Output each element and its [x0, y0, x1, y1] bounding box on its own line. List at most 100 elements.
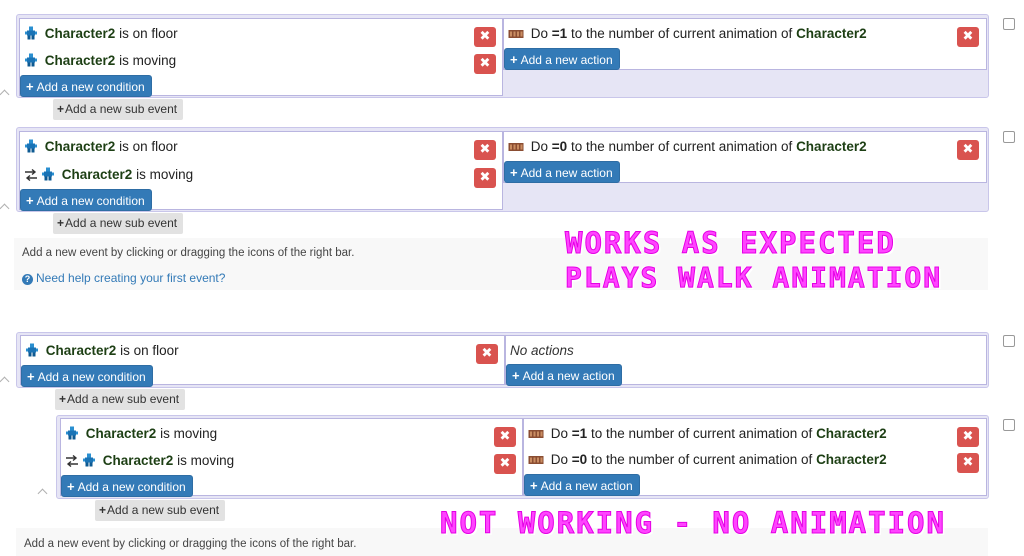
action-row[interactable]: Do =0 to the number of current animation… — [528, 450, 982, 470]
add-condition-button[interactable]: + Add a new condition — [20, 189, 152, 211]
variable-icon — [528, 454, 544, 466]
event-1-checkbox[interactable] — [1003, 18, 1015, 30]
action-text: to the number of current animation of — [567, 26, 797, 41]
action-text: to the number of current animation of — [587, 426, 817, 441]
add-action-label: Add a new action — [522, 369, 615, 383]
event-2-actions-panel: Do =0 to the number of current animation… — [503, 131, 987, 183]
action-row[interactable]: Do =0 to the number of current animation… — [508, 137, 982, 157]
condition-row[interactable]: Character2 is moving — [24, 51, 498, 71]
sprite-object-icon — [24, 53, 38, 67]
sprite-object-icon — [82, 453, 96, 467]
add-action-button[interactable]: + Add a new action — [506, 364, 622, 386]
add-action-button[interactable]: + Add a new action — [524, 474, 640, 496]
condition-row[interactable]: Character2 is moving — [65, 451, 518, 471]
add-action-label: Add a new action — [520, 53, 613, 67]
works-overlay-line-1: WORKS AS EXPECTED — [565, 226, 896, 261]
condition-text: is on floor — [119, 139, 178, 154]
sub-event-1-checkbox[interactable] — [1003, 419, 1015, 431]
event-2: Character2 is on floor ✖ Character2 is m… — [16, 127, 989, 212]
add-action-label: Add a new action — [540, 479, 633, 493]
sprite-object-icon — [24, 139, 38, 153]
delete-condition-button[interactable]: ✖ — [494, 427, 516, 447]
plus-icon: + — [26, 79, 34, 94]
invert-condition-icon — [65, 455, 79, 467]
not-working-overlay: NOT WORKING - NO ANIMATION — [440, 506, 946, 541]
condition-object-name: Character2 — [44, 53, 116, 68]
collapse-sub-event-1-icon[interactable] — [37, 488, 48, 499]
delete-condition-button[interactable]: ✖ — [474, 140, 496, 160]
condition-row[interactable]: Character2 is on floor — [24, 24, 498, 44]
delete-condition-button[interactable]: ✖ — [476, 344, 498, 364]
delete-condition-button[interactable]: ✖ — [474, 27, 496, 47]
add-action-label: Add a new action — [520, 166, 613, 180]
add-sub-event-button[interactable]: +Add a new sub event — [53, 99, 184, 120]
condition-row[interactable]: Character2 is on floor — [24, 137, 498, 157]
sprite-object-icon — [41, 167, 55, 181]
event-3-checkbox[interactable] — [1003, 335, 1015, 347]
add-condition-button[interactable]: + Add a new condition — [21, 365, 153, 387]
add-event-hint: Add a new event by clicking or dragging … — [22, 247, 355, 259]
condition-row[interactable]: Character2 is moving — [65, 424, 518, 444]
add-action-button[interactable]: + Add a new action — [504, 48, 620, 70]
action-row[interactable]: Do =1 to the number of current animation… — [508, 24, 982, 44]
condition-text: is moving — [160, 426, 218, 441]
sub-event-actions-panel: Do =1 to the number of current animation… — [523, 418, 987, 496]
plus-icon: + — [57, 102, 65, 116]
action-prefix: Do — [550, 452, 572, 467]
no-actions-text: No actions — [510, 343, 574, 358]
add-sub-event-label: Add a new sub event — [107, 503, 220, 517]
event-2-conditions-panel: Character2 is on floor ✖ Character2 is m… — [19, 131, 503, 211]
add-action-button[interactable]: + Add a new action — [504, 161, 620, 183]
delete-action-button[interactable]: ✖ — [957, 27, 979, 47]
delete-action-button[interactable]: ✖ — [957, 140, 979, 160]
delete-condition-button[interactable]: ✖ — [474, 168, 496, 188]
delete-condition-button[interactable]: ✖ — [494, 454, 516, 474]
condition-text: is on floor — [119, 26, 178, 41]
plus-icon: + — [57, 216, 65, 230]
add-condition-button[interactable]: + Add a new condition — [61, 475, 193, 497]
event-1: Character2 is on floor ✖ Character2 is m… — [16, 14, 989, 98]
collapse-event-1-icon[interactable] — [0, 89, 10, 100]
add-sub-event-button[interactable]: +Add a new sub event — [53, 213, 184, 234]
action-row[interactable]: Do =1 to the number of current animation… — [528, 424, 982, 444]
add-condition-label: Add a new condition — [36, 194, 145, 208]
sprite-object-icon — [25, 343, 39, 357]
action-prefix: Do — [550, 426, 572, 441]
event-1-conditions-panel: Character2 is on floor ✖ Character2 is m… — [19, 18, 503, 97]
action-object-name: Character2 — [796, 26, 867, 41]
delete-action-button[interactable]: ✖ — [957, 427, 979, 447]
action-value: =0 — [571, 452, 588, 467]
invert-condition-icon — [24, 169, 38, 181]
condition-row[interactable]: Character2 is moving — [24, 165, 498, 185]
event-3-conditions-panel: Character2 is on floor ✖ + Add a new cond… — [20, 335, 505, 387]
sprite-object-icon — [65, 426, 79, 440]
add-sub-event-button[interactable]: +Add a new sub event — [95, 500, 226, 521]
action-prefix: Do — [530, 139, 552, 154]
condition-object-name: Character2 — [85, 426, 157, 441]
action-value: =1 — [551, 26, 568, 41]
help-link[interactable]: ? Need help creating your first event? — [22, 271, 225, 285]
sprite-object-icon — [24, 26, 38, 40]
collapse-event-3-icon[interactable] — [0, 376, 10, 387]
add-condition-button[interactable]: + Add a new condition — [20, 75, 152, 97]
plus-icon: + — [26, 193, 34, 208]
add-sub-event-label: Add a new sub event — [65, 102, 178, 116]
action-object-name: Character2 — [816, 426, 887, 441]
add-sub-event-label: Add a new sub event — [67, 392, 180, 406]
delete-condition-button[interactable]: ✖ — [474, 54, 496, 74]
variable-icon — [528, 428, 544, 440]
collapse-event-2-icon[interactable] — [0, 203, 10, 214]
help-icon: ? — [22, 274, 33, 285]
add-sub-event-button[interactable]: +Add a new sub event — [55, 389, 186, 410]
event-2-checkbox[interactable] — [1003, 131, 1015, 143]
condition-object-name: Character2 — [102, 453, 174, 468]
add-event-hint: Add a new event by clicking or dragging … — [24, 538, 357, 550]
plus-icon: + — [67, 479, 75, 494]
condition-row[interactable]: Character2 is on floor — [25, 341, 500, 361]
plus-icon: + — [510, 52, 518, 67]
action-text: to the number of current animation of — [587, 452, 817, 467]
action-object-name: Character2 — [796, 139, 867, 154]
event-3: Character2 is on floor ✖ + Add a new cond… — [16, 332, 989, 388]
condition-object-name: Character2 — [45, 343, 117, 358]
delete-action-button[interactable]: ✖ — [957, 453, 979, 473]
